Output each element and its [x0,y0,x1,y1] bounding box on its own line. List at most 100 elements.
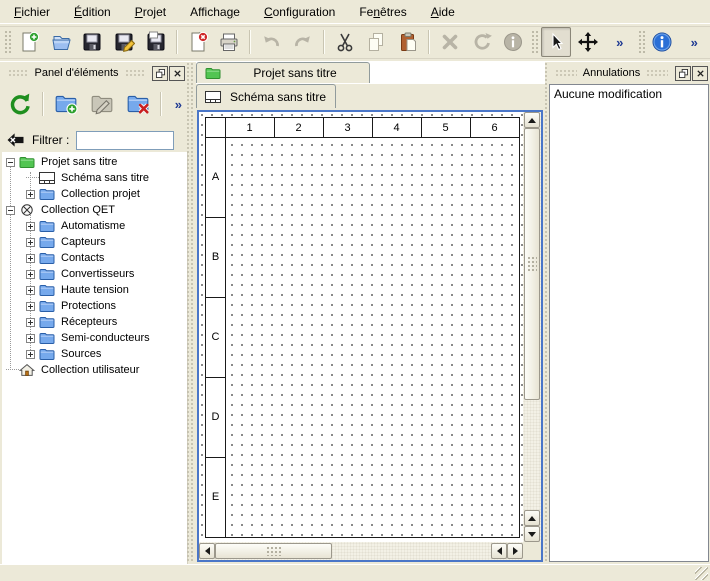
home-icon [19,364,35,376]
expand-icon[interactable] [26,318,35,327]
scroll-left-button[interactable] [199,543,215,559]
expand-icon[interactable] [26,334,35,343]
new-category-button[interactable] [49,87,83,121]
folder-blue-icon [39,188,55,200]
tree-item-label: Collection QET [41,204,115,216]
about-disabled-button[interactable] [499,27,529,57]
undo-history-item[interactable]: Aucune modification [550,85,708,103]
delete-button[interactable] [435,27,465,57]
thumb-grip [266,546,282,556]
toolbar-overflow-button[interactable]: » [679,27,709,57]
pan-mode-button[interactable] [573,27,603,57]
tab-schema[interactable]: Schéma sans titre [196,84,336,108]
redo-icon [292,31,314,53]
delete-category-button[interactable] [121,87,155,121]
chevron-double-right-icon[interactable]: » [175,97,182,112]
folder-green-icon [19,156,35,168]
tree-item-collection-utilisateur[interactable]: Collection utilisateur [2,362,187,378]
scroll-right-button[interactable] [507,543,523,559]
toolbar-separator [42,92,44,116]
resize-grip[interactable] [695,567,708,580]
undo-icon [260,31,282,53]
tree-item-projet-sans-titre[interactable]: Projet sans titre [2,154,187,170]
scroll-up-button-2[interactable] [524,510,540,526]
print-button[interactable] [215,27,245,57]
horizontal-scrollbar[interactable] [199,542,523,560]
delete-icon [439,31,461,53]
scroll-up-button[interactable] [524,112,540,128]
expand-icon[interactable] [26,270,35,279]
menu-fichier[interactable]: Fichier [4,2,60,22]
expand-icon[interactable] [26,350,35,359]
undo-button[interactable] [256,27,286,57]
select-mode-button[interactable] [541,27,571,57]
collapse-icon[interactable] [6,158,15,167]
copy-button[interactable] [362,27,392,57]
elements-panel-titlebar[interactable]: Panel d'éléments [2,64,185,82]
tree-item-collection-qet[interactable]: Collection QET [2,202,187,218]
about-qet-button[interactable] [648,27,678,57]
close-file-button[interactable] [183,27,213,57]
close-panel-button[interactable] [169,66,185,81]
menu-projet[interactable]: Projet [125,2,176,22]
collapse-icon[interactable] [6,206,15,215]
new-file-button[interactable] [14,27,44,57]
paste-button[interactable] [393,27,423,57]
close-file-icon [187,31,209,53]
vertical-scrollbar[interactable] [523,112,541,542]
clear-filter-button[interactable] [4,131,26,149]
tree-guide-line [10,164,11,370]
expand-icon[interactable] [26,302,35,311]
info-blue-icon [651,31,673,53]
filter-row: Filtrer : [4,129,186,151]
open-button[interactable] [46,27,76,57]
qelectrotech-window: FichierÉditionProjetAffichageConfigurati… [0,0,710,581]
expand-icon[interactable] [26,190,35,199]
save-as-button[interactable] [109,27,139,57]
undo-panel-titlebar[interactable]: Annulations [549,64,708,82]
save-all-button[interactable] [141,27,171,57]
float-panel-button[interactable] [152,66,168,81]
menu-affichage[interactable]: Affichage [180,2,250,22]
close-icon [696,69,705,78]
filter-input[interactable] [76,131,174,150]
save-button[interactable] [77,27,107,57]
expand-icon[interactable] [26,286,35,295]
expand-icon[interactable] [26,238,35,247]
redo-button[interactable] [288,27,318,57]
expand-icon[interactable] [26,222,35,231]
toolbar-overflow-button[interactable]: » [605,27,635,57]
folder-plus-icon [54,92,78,116]
rotate-icon [471,31,493,53]
rotate-button[interactable] [467,27,497,57]
filter-label: Filtrer : [32,133,69,147]
edit-category-button[interactable] [85,87,119,121]
cut-button[interactable] [330,27,360,57]
schematic-canvas[interactable]: 123456ABCDE [199,112,523,542]
menu-fenetres[interactable]: Fenêtres [349,2,416,22]
move-icon [577,31,599,53]
toolbar-drag-handle[interactable] [638,30,645,54]
left-splitter-handle[interactable] [186,62,195,562]
titlebar-texture [555,69,577,77]
vertical-scroll-thumb[interactable] [524,128,540,400]
toolbar-drag-handle[interactable] [531,30,538,54]
toolbar-drag-handle[interactable] [4,30,11,54]
horizontal-scroll-thumb[interactable] [215,543,332,559]
menu-configuration[interactable]: Configuration [254,2,345,22]
qet-logo-icon [19,204,35,216]
reload-collections-button[interactable] [3,87,37,121]
scroll-left-button-2[interactable] [491,543,507,559]
chevron-double-right-icon: » [616,35,623,50]
float-panel-button[interactable] [675,66,691,81]
expand-icon[interactable] [26,254,35,263]
info-gray-icon [502,31,524,53]
tree-item-label: Semi-conducteurs [61,332,150,344]
close-panel-button[interactable] [692,66,708,81]
scroll-down-button[interactable] [524,526,540,542]
project-folder-icon [205,67,221,79]
tab-project[interactable]: Projet sans titre [196,62,370,83]
menu-edition[interactable]: Édition [64,2,121,22]
reload-icon [8,92,32,116]
menu-aide[interactable]: Aide [421,2,465,22]
